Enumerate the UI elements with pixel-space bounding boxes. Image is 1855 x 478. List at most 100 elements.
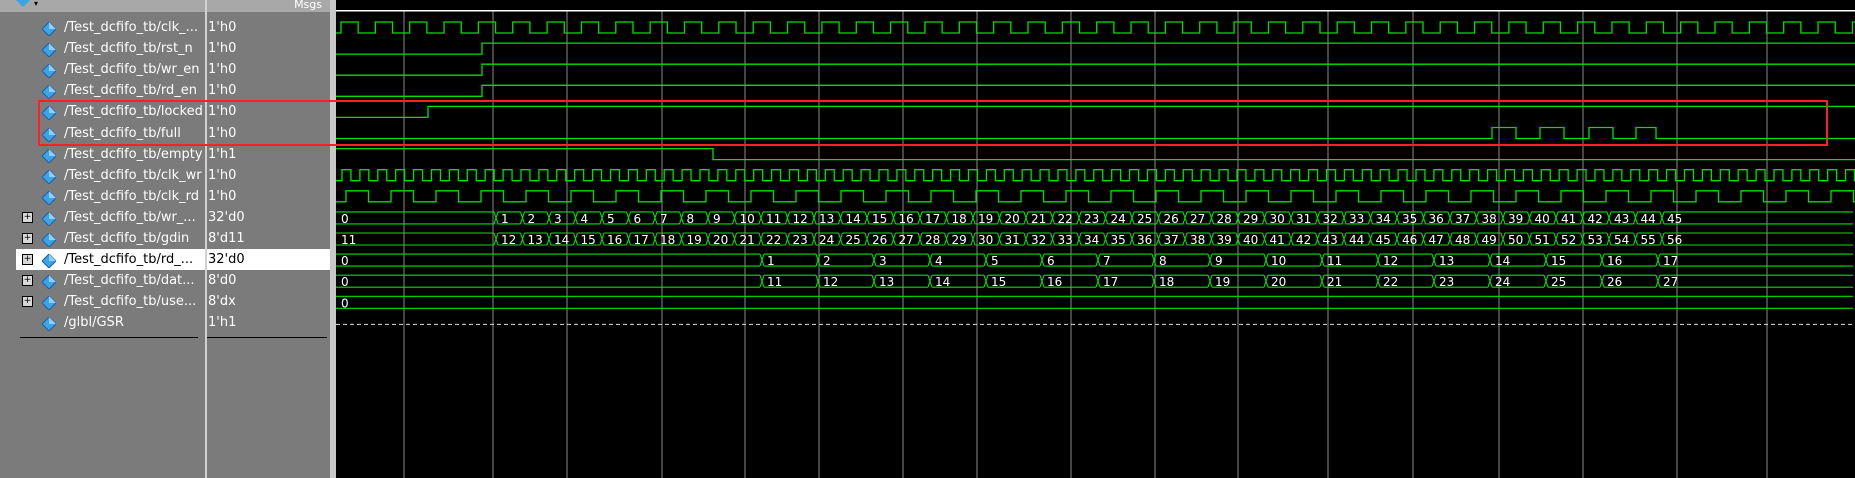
clk-waveform [336,21,1855,34]
expand-icon[interactable]: + [22,254,33,266]
bus-value-label: 36 [1137,233,1152,247]
bus-value-label: 17 [634,233,649,247]
bus-value-label: 8 [1159,254,1167,268]
bus-value-label: 13 [528,233,543,247]
signal-diamond-icon [41,253,57,269]
signal-name: /Test_dcfifo_tb/full [64,125,181,141]
value-row[interactable]: 8'd0 [207,270,330,291]
value-row[interactable]: 1'h0 [207,38,330,59]
expand-icon[interactable]: + [22,296,33,308]
value-row[interactable]: 1'h0 [207,123,330,144]
signal-row[interactable]: + /Test_dcfifo_tb/wr_... [16,207,205,228]
signal-diamond-icon [41,126,57,143]
signal-diamond-icon [41,21,57,37]
signal-diamond-icon [41,84,57,101]
signal-row[interactable]: /glbl/GSR [16,312,205,333]
clk-wr-waveform [336,169,1855,182]
values-end-line [207,337,327,338]
value-row[interactable]: 8'd11 [207,228,330,249]
signal-row[interactable]: /Test_dcfifo_tb/rst_n [16,38,205,59]
signal-value: 1'h0 [208,62,237,78]
bus-value-label: 24 [819,233,834,247]
signal-diamond-icon [41,295,57,312]
signal-diamond-icon [41,232,57,248]
value-row[interactable]: 1'h0 [207,59,330,80]
bus-value-label: 25 [846,233,861,247]
names-end-line [20,337,198,338]
value-row[interactable]: 1'h1 [207,144,330,165]
expand-icon[interactable]: + [22,211,33,223]
bus-value-label: 7 [1103,254,1111,268]
value-row[interactable]: 32'd0 [207,207,330,228]
signal-row[interactable]: + /Test_dcfifo_tb/gdin [16,228,205,249]
bus-value-label: 43 [1614,212,1629,226]
chevron-down-icon[interactable]: ▾ [34,0,38,8]
bus-value-label: 45 [1667,212,1682,226]
bus-value-label: 11 [341,233,356,247]
bus-value-label: 35 [1402,212,1417,226]
signal-row[interactable]: /Test_dcfifo_tb/empty [16,144,205,165]
waveform-canvas[interactable]: 0 1 2 3 4 5 6 7 8 9 10 11 12 13 14 15 16 17 18 19 20 21 22 23 24… [336,10,1855,478]
signal-value: 1'h0 [208,125,237,141]
signal-row[interactable]: /Test_dcfifo_tb/clk_wr [16,165,205,186]
bus-value-label: 43 [1323,233,1338,247]
bus-value-label: 39 [1217,233,1232,247]
bus-value-label: 8 [687,212,695,226]
signal-row[interactable]: /Test_dcfifo_tb/clk_... [16,17,205,38]
signal-row[interactable]: + /Test_dcfifo_tb/dat... [16,270,205,291]
bus-value-label: 11 [766,212,781,226]
signal-value: 1'h0 [208,41,237,57]
bus-value-label: 16 [1047,275,1062,289]
value-row[interactable]: 1'h0 [207,186,330,207]
signal-value: 1'h1 [208,315,237,331]
clk-rd-waveform [336,190,1855,203]
diamond-menu-icon[interactable] [15,0,31,8]
signal-value: 8'dx [208,294,236,310]
bus-value-label: 40 [1535,212,1550,226]
signal-name: /Test_dcfifo_tb/clk_... [64,20,199,35]
bus-value-label: 40 [1243,233,1258,247]
bus-value-label: 11 [767,275,782,289]
expand-icon[interactable]: + [22,233,33,244]
expand-icon[interactable]: + [22,275,33,287]
signal-row[interactable]: /Test_dcfifo_tb/full [16,123,205,144]
value-row[interactable]: 1'h0 [207,17,330,38]
signal-diamond-icon [41,190,57,206]
signal-value: 1'h0 [208,167,237,183]
wr-en-waveform [336,63,1855,76]
signal-row[interactable]: /Test_dcfifo_tb/clk_rd [16,186,205,207]
bus-value-label: 34 [1376,212,1391,226]
signal-name: /Test_dcfifo_tb/wr_... [64,209,196,225]
signal-name: /glbl/GSR [64,315,124,331]
value-row[interactable]: 1'h0 [207,101,330,122]
bus-value-label: 33 [1058,233,1073,247]
waveform-window: ▾ /Test_dcfifo_tb/clk_... /Test_dcfifo_tb… [0,0,1855,478]
signal-row[interactable]: /Test_dcfifo_tb/rd_en [16,80,205,101]
value-row[interactable]: 1'h0 [207,80,330,101]
value-row[interactable]: 1'h1 [207,312,330,333]
value-row[interactable]: 32'd0 [207,249,330,271]
value-row[interactable]: 8'dx [207,291,330,312]
value-row[interactable]: 1'h0 [207,165,330,186]
bus-value-label: 46 [1402,233,1417,247]
signal-row[interactable]: /Test_dcfifo_tb/wr_en [16,59,205,80]
signal-name: /Test_dcfifo_tb/clk_wr [64,167,202,183]
bus-value-label: 20 [1271,275,1286,289]
bus-value-label: 37 [1455,212,1470,226]
bus-value-label: 24 [1495,275,1510,289]
signal-row[interactable]: + /Test_dcfifo_tb/use... [16,291,205,312]
signal-name: /Test_dcfifo_tb/use... [64,294,197,310]
bus-value-label: 19 [687,233,702,247]
bus-value-label: 0 [341,212,349,226]
signal-row[interactable]: /Test_dcfifo_tb/locked [16,101,205,122]
signal-row[interactable]: + /Test_dcfifo_tb/rd_... [16,249,205,271]
bus-value-label: 15 [872,212,887,226]
bus-value-label: 14 [846,212,861,226]
bus-value-label: 51 [1535,233,1550,247]
signal-diamond-icon [41,105,57,122]
bus-value-label: 22 [1058,212,1073,226]
bus-value-label: 26 [1164,212,1179,226]
bus-value-label: 49 [1482,233,1497,247]
locked-waveform [336,105,1855,119]
bus-value-label: 19 [1215,275,1230,289]
